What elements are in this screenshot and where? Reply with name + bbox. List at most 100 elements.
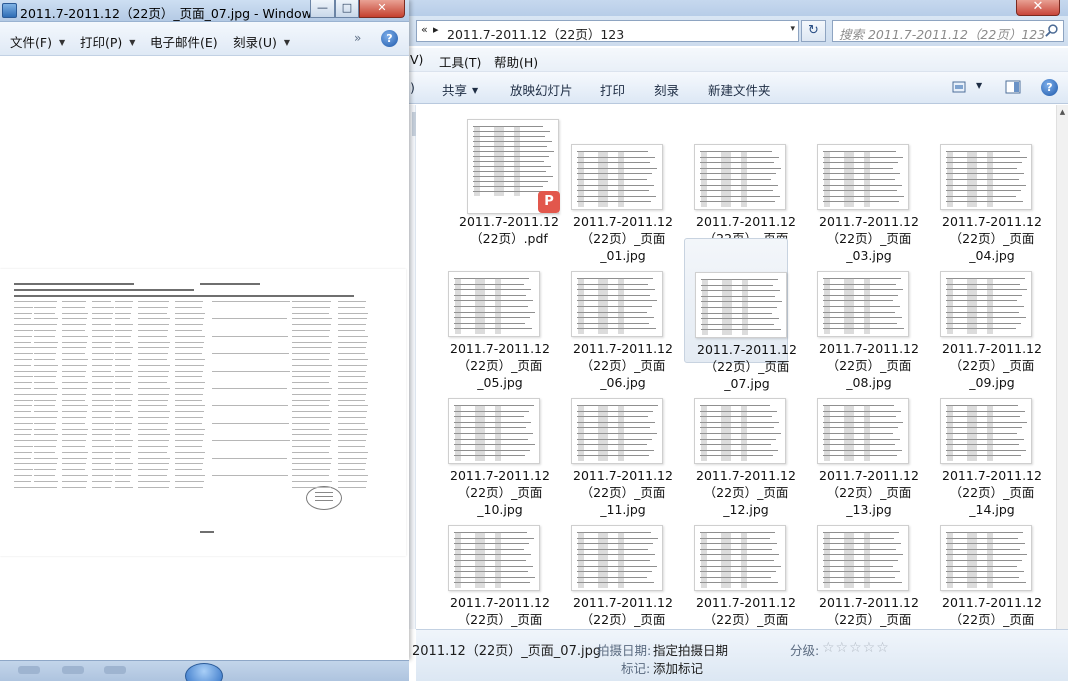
maximize-button[interactable]: □ — [335, 0, 359, 18]
statement-row-cell — [115, 475, 131, 476]
thumbnail-text-line — [577, 328, 656, 330]
statement-row-cell — [292, 306, 330, 308]
thumbnail-text-line — [577, 554, 655, 556]
share-button[interactable]: 共享 ▼ — [442, 80, 478, 99]
image-file-item[interactable]: 2011.7-2011.12 （22页）_页面 _07.jpg — [684, 238, 797, 391]
thumbnail-text-line — [823, 294, 898, 296]
address-path[interactable]: 2011.7-2011.12（22页）123 — [447, 24, 624, 43]
toolbar-button[interactable] — [62, 666, 84, 674]
statement-row-cell — [34, 330, 56, 331]
thumbnail-text-line — [701, 279, 778, 280]
image-file-item[interactable]: 2011.7-2011.12 （22页）_页面 _03.jpg — [807, 111, 919, 263]
minimize-button[interactable]: — — [310, 0, 335, 18]
statement-row-cell — [338, 364, 367, 366]
statement-row-cell — [338, 347, 366, 349]
help-icon[interactable]: ? — [1041, 79, 1058, 96]
statement-row-cell — [250, 440, 290, 442]
burn-button[interactable]: 刻录 — [654, 80, 679, 99]
file-name-line-1: 2011.7-2011.12 — [819, 595, 919, 610]
toolbar-button[interactable] — [18, 666, 40, 674]
details-date-value[interactable]: 指定拍摄日期 — [653, 640, 728, 659]
image-file-item[interactable]: 2011.7-2011.12 （22页）_页面 _08.jpg — [807, 238, 919, 390]
address-overflow[interactable]: « — [421, 23, 428, 36]
image-file-item[interactable]: 2011.7-2011.12（22页）_页面_02.jpg — [684, 111, 796, 263]
statement-row-cell — [138, 417, 169, 418]
pdf-file-item[interactable]: P 2011.7-2011.12 （22页）.pdf — [438, 111, 560, 246]
statement-row-cell — [92, 388, 112, 389]
statement-row-cell — [292, 301, 331, 302]
thumbnail-text-line — [823, 162, 898, 164]
statement-row-cell — [34, 376, 56, 378]
slideshow-play-icon[interactable] — [185, 663, 223, 681]
view-options-dropdown-icon[interactable]: ▼ — [976, 81, 982, 90]
vertical-scrollbar[interactable]: ▲ — [1056, 105, 1068, 629]
image-file-item[interactable]: 2011.7-2011.12（22页）_页面_18.jpg — [807, 492, 919, 627]
menu-tools[interactable]: 工具(T) — [439, 52, 481, 71]
image-file-item[interactable]: 2011.7-2011.12 （22页）_页面 _05.jpg — [438, 238, 550, 390]
statement-row-cell — [34, 318, 58, 320]
image-file-item[interactable]: 2011.7-2011.12 （22页）_页面 _06.jpg — [561, 238, 673, 390]
details-tags-value[interactable]: 添加标记 — [653, 658, 703, 677]
thumbnail-column — [598, 405, 608, 461]
address-dropdown-icon[interactable]: ▾ — [790, 24, 795, 34]
address-arrow-icon[interactable]: ▸ — [433, 23, 439, 36]
image-file-item[interactable]: 2011.7-2011.12（22页）_页面_17.jpg — [684, 492, 796, 627]
preview-pane-icon[interactable] — [1005, 80, 1021, 94]
thumbnail-text-line — [577, 416, 648, 418]
thumbnail-column — [987, 532, 993, 588]
menu-burn-label: 刻录(U) — [233, 35, 277, 50]
statement-header-line — [200, 283, 260, 285]
file-thumbnail — [817, 525, 909, 591]
image-file-item[interactable]: 2011.7-2011.12 （22页）_页面 _14.jpg — [930, 365, 1042, 517]
image-file-item[interactable]: 2011.7-2011.12（22页）_页面_15.jpg — [438, 492, 550, 627]
address-bar[interactable]: « ▸ 2011.7-2011.12（22页）123 ▾ — [416, 20, 799, 42]
share-label: 共享 — [442, 83, 468, 98]
file-name-line-1: 2011.7-2011.12 — [450, 468, 550, 483]
help-icon[interactable]: ? — [381, 30, 398, 47]
statement-row-cell — [62, 486, 86, 488]
statement-row-cell — [175, 359, 205, 360]
image-file-item[interactable]: 2011.7-2011.12 （22页）_页面 _01.jpg — [561, 111, 673, 263]
print-button[interactable]: 打印 — [600, 80, 625, 99]
menu-file[interactable]: 文件(F) ▼ — [10, 32, 65, 51]
statement-row-cell — [138, 446, 168, 447]
statement-row-cell — [92, 422, 114, 424]
close-button[interactable]: ✕ — [359, 0, 405, 18]
file-name-line-1: 2011.7-2011.12 — [697, 342, 797, 357]
thumbnail-text-line — [577, 156, 655, 158]
image-file-item[interactable]: 2011.7-2011.12 （22页）_页面 _09.jpg — [930, 238, 1042, 390]
menu-view[interactable]: V) — [410, 52, 423, 67]
image-file-item[interactable]: 2011.7-2011.12（22页）_页面_16.jpg — [561, 492, 673, 627]
menu-help[interactable]: 帮助(H) — [494, 52, 538, 71]
slideshow-button[interactable]: 放映幻灯片 — [510, 80, 573, 99]
thumbnail-text-line — [473, 141, 552, 142]
more-commands-icon[interactable]: » — [354, 31, 361, 45]
search-placeholder: 搜索 2011.7-2011.12（22页）123 — [839, 27, 1046, 42]
statement-row-cell — [138, 370, 169, 372]
thumbnail-text-line — [823, 289, 903, 291]
image-file-item[interactable]: 2011.7-2011.12 （22页）_页面 _11.jpg — [561, 365, 673, 517]
view-options-icon[interactable] — [952, 80, 966, 94]
statement-row-cell — [92, 463, 111, 465]
menu-email[interactable]: 电子邮件(E) — [150, 32, 218, 51]
statement-row-cell — [92, 353, 114, 355]
menu-burn[interactable]: 刻录(U) ▼ — [233, 32, 290, 51]
menu-print[interactable]: 打印(P) ▼ — [80, 32, 135, 51]
refresh-icon[interactable]: ↻ — [801, 20, 826, 42]
image-file-item[interactable]: 2011.7-2011.12 （22页）_页面 _12.jpg — [684, 365, 796, 517]
scroll-up-icon[interactable]: ▲ — [1057, 105, 1068, 119]
thumbnail-text-line — [577, 173, 652, 175]
search-input[interactable]: 搜索 2011.7-2011.12（22页）123 — [832, 20, 1064, 42]
statement-row-cell — [34, 475, 55, 476]
explorer-close-button[interactable]: ✕ — [1016, 0, 1060, 16]
new-folder-button[interactable]: 新建文件夹 — [708, 80, 771, 99]
image-file-item[interactable]: 2011.7-2011.12（22页）_页面_19.jpg — [930, 492, 1042, 627]
image-file-item[interactable]: 2011.7-2011.12 （22页）_页面 _04.jpg — [930, 111, 1042, 263]
toolbar-button[interactable] — [104, 666, 126, 674]
image-file-item[interactable]: 2011.7-2011.12 （22页）_页面 _13.jpg — [807, 365, 919, 517]
search-icon[interactable] — [1044, 23, 1059, 38]
image-file-item[interactable]: 2011.7-2011.12 （22页）_页面 _10.jpg — [438, 365, 550, 517]
statement-row-cell — [14, 469, 33, 471]
rating-star-icon[interactable]: ☆☆☆☆☆ — [822, 640, 890, 656]
thumbnail-text-line — [946, 405, 1018, 406]
